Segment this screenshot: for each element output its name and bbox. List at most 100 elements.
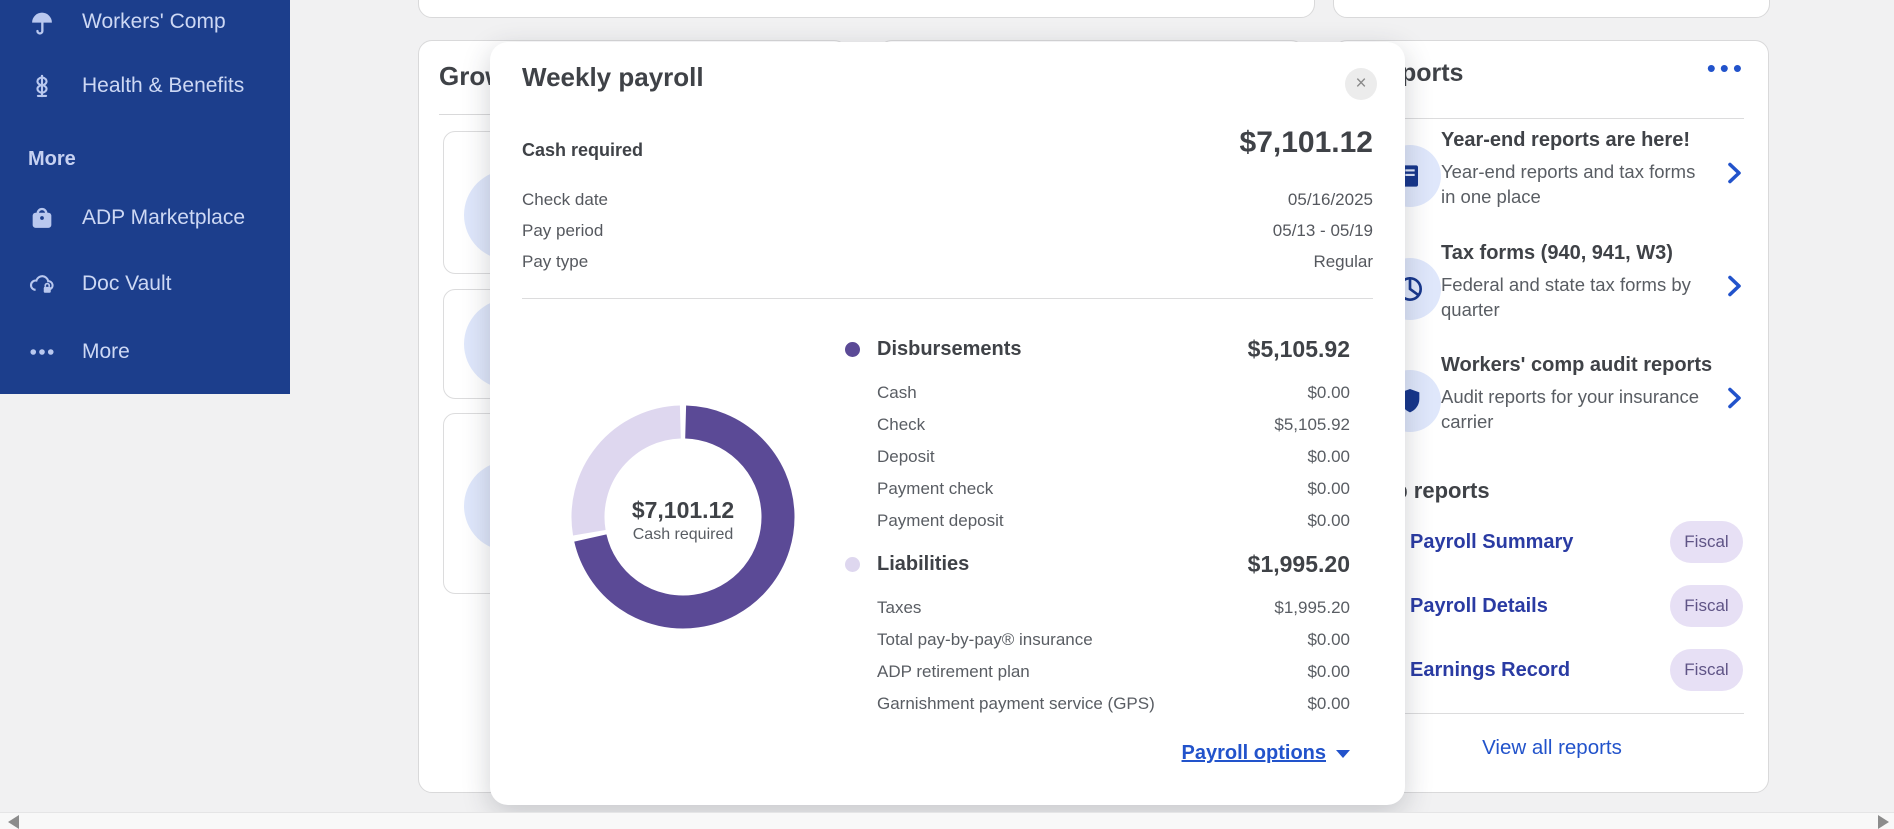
section-rows: Taxes $1,995.20 Total pay-by-pay® insura…	[845, 592, 1350, 720]
amount-row: Payment check $0.00	[845, 473, 1350, 505]
row-label: Payment check	[877, 479, 993, 499]
report-link-payroll-summary[interactable]: Payroll Summary	[1410, 521, 1573, 563]
payroll-options-label: Payroll options	[1182, 742, 1326, 765]
fiscal-badge: Fiscal	[1670, 521, 1743, 563]
fiscal-badge: Fiscal	[1670, 649, 1743, 691]
row-value: $5,105.92	[1274, 415, 1350, 435]
promo-title: Tax forms (940, 941, W3)	[1441, 242, 1673, 265]
sidebar-section-header: More	[28, 148, 76, 171]
disbursements-bullet-icon	[845, 342, 860, 357]
sidebar-item-label: Workers' Comp	[82, 10, 226, 34]
row-label: ADP retirement plan	[877, 662, 1030, 682]
report-link-payroll-details[interactable]: Payroll Details	[1410, 585, 1548, 627]
card-top-left-cutoff	[418, 0, 1315, 18]
section-name: Liabilities	[877, 553, 969, 576]
row-value: $0.00	[1307, 447, 1350, 467]
detail-label: Check date	[522, 190, 608, 210]
row-value: $0.00	[1307, 662, 1350, 682]
detail-value: Regular	[1313, 252, 1373, 272]
amount-row: Deposit $0.00	[845, 441, 1350, 473]
row-value: $1,995.20	[1274, 598, 1350, 618]
ellipsis-menu-icon[interactable]: •••	[1707, 55, 1746, 81]
row-label: Deposit	[877, 447, 935, 467]
promo-title: Year-end reports are here!	[1441, 129, 1690, 152]
detail-row: Check date 05/16/2025	[522, 184, 1373, 215]
liabilities-section: Liabilities $1,995.20 Taxes $1,995.20 To…	[845, 542, 1350, 720]
section-name: Disbursements	[877, 338, 1022, 361]
row-value: $0.00	[1307, 694, 1350, 714]
liabilities-bullet-icon	[845, 557, 860, 572]
amount-row: Cash $0.00	[845, 377, 1350, 409]
detail-value: 05/13 - 05/19	[1273, 221, 1373, 241]
close-icon[interactable]: ×	[1345, 68, 1377, 100]
fiscal-badge: Fiscal	[1670, 585, 1743, 627]
sidebar-item-label: ADP Marketplace	[82, 206, 245, 230]
chevron-right-icon[interactable]	[1726, 161, 1744, 185]
amount-row: ADP retirement plan $0.00	[845, 656, 1350, 688]
row-value: $0.00	[1307, 630, 1350, 650]
promo-desc: Year-end reports and tax forms in one pl…	[1441, 159, 1701, 209]
chevron-right-icon[interactable]	[1726, 274, 1744, 298]
scroll-left-arrow-icon[interactable]	[8, 815, 19, 829]
sidebar-item-label: More	[82, 340, 130, 364]
disbursements-section: Disbursements $5,105.92 Cash $0.00 Check…	[845, 327, 1350, 537]
detail-label: Pay type	[522, 252, 588, 272]
section-rows: Cash $0.00 Check $5,105.92 Deposit $0.00…	[845, 377, 1350, 537]
section-total: $5,105.92	[1248, 336, 1350, 363]
sidebar-item-health-benefits[interactable]: Health & Benefits	[28, 66, 244, 106]
section-total: $1,995.20	[1248, 551, 1350, 578]
sidebar-item-label: Doc Vault	[82, 272, 172, 296]
sidebar-item-adp-marketplace[interactable]: ADP Marketplace	[28, 198, 245, 238]
amount-row: Taxes $1,995.20	[845, 592, 1350, 624]
payroll-options-dropdown[interactable]: Payroll options	[1182, 742, 1350, 765]
row-label: Taxes	[877, 598, 921, 618]
detail-label: Pay period	[522, 221, 603, 241]
detail-row: Pay type Regular	[522, 246, 1373, 277]
row-label: Check	[877, 415, 925, 435]
row-label: Payment deposit	[877, 511, 1004, 531]
caret-down-icon	[1336, 750, 1350, 758]
amount-row: Payment deposit $0.00	[845, 505, 1350, 537]
report-link-earnings-record[interactable]: Earnings Record	[1410, 649, 1570, 691]
cash-required-value: $7,101.12	[1240, 126, 1373, 160]
section-header: Liabilities $1,995.20	[845, 542, 1350, 586]
row-value: $0.00	[1307, 479, 1350, 499]
app-window: Workers' Comp Health & Benefits More ADP…	[0, 0, 1894, 829]
card-top-right-cutoff	[1333, 0, 1770, 18]
weekly-payroll-modal: Weekly payroll × Cash required $7,101.12…	[490, 42, 1405, 805]
sidebar-item-label: Health & Benefits	[82, 74, 244, 98]
modal-title: Weekly payroll	[522, 62, 704, 93]
shopping-bag-icon	[28, 204, 56, 232]
sidebar-item-doc-vault[interactable]: Doc Vault	[28, 264, 172, 304]
umbrella-icon	[28, 8, 56, 36]
row-label: Garnishment payment service (GPS)	[877, 694, 1155, 714]
scroll-right-arrow-icon[interactable]	[1878, 815, 1889, 829]
promo-desc: Federal and state tax forms by quarter	[1441, 272, 1701, 322]
amount-row: Garnishment payment service (GPS) $0.00	[845, 688, 1350, 720]
sidebar-item-more[interactable]: More	[28, 332, 130, 372]
horizontal-scrollbar[interactable]	[0, 812, 1894, 829]
cloud-lock-icon	[28, 270, 56, 298]
row-label: Total pay-by-pay® insurance	[877, 630, 1093, 650]
chevron-right-icon[interactable]	[1726, 386, 1744, 410]
promo-desc: Audit reports for your insurance carrier	[1441, 384, 1701, 434]
section-header: Disbursements $5,105.92	[845, 327, 1350, 371]
caduceus-icon	[28, 72, 56, 100]
promo-title: Workers' comp audit reports	[1441, 354, 1712, 377]
cash-required-donut-chart: $7,101.12 Cash required	[571, 405, 795, 629]
payroll-detail-rows: Check date 05/16/2025 Pay period 05/13 -…	[522, 184, 1373, 277]
amount-row: Total pay-by-pay® insurance $0.00	[845, 624, 1350, 656]
amount-row: Check $5,105.92	[845, 409, 1350, 441]
donut-center-label: Cash required	[571, 526, 795, 544]
sidebar: Workers' Comp Health & Benefits More ADP…	[0, 0, 290, 394]
detail-row: Pay period 05/13 - 05/19	[522, 215, 1373, 246]
row-value: $0.00	[1307, 511, 1350, 531]
divider	[1362, 118, 1744, 119]
ellipsis-icon	[28, 338, 56, 366]
detail-value: 05/16/2025	[1288, 190, 1373, 210]
cash-required-label: Cash required	[522, 140, 643, 161]
row-value: $0.00	[1307, 383, 1350, 403]
divider	[522, 298, 1373, 299]
row-label: Cash	[877, 383, 917, 403]
sidebar-item-workers-comp[interactable]: Workers' Comp	[28, 2, 226, 42]
